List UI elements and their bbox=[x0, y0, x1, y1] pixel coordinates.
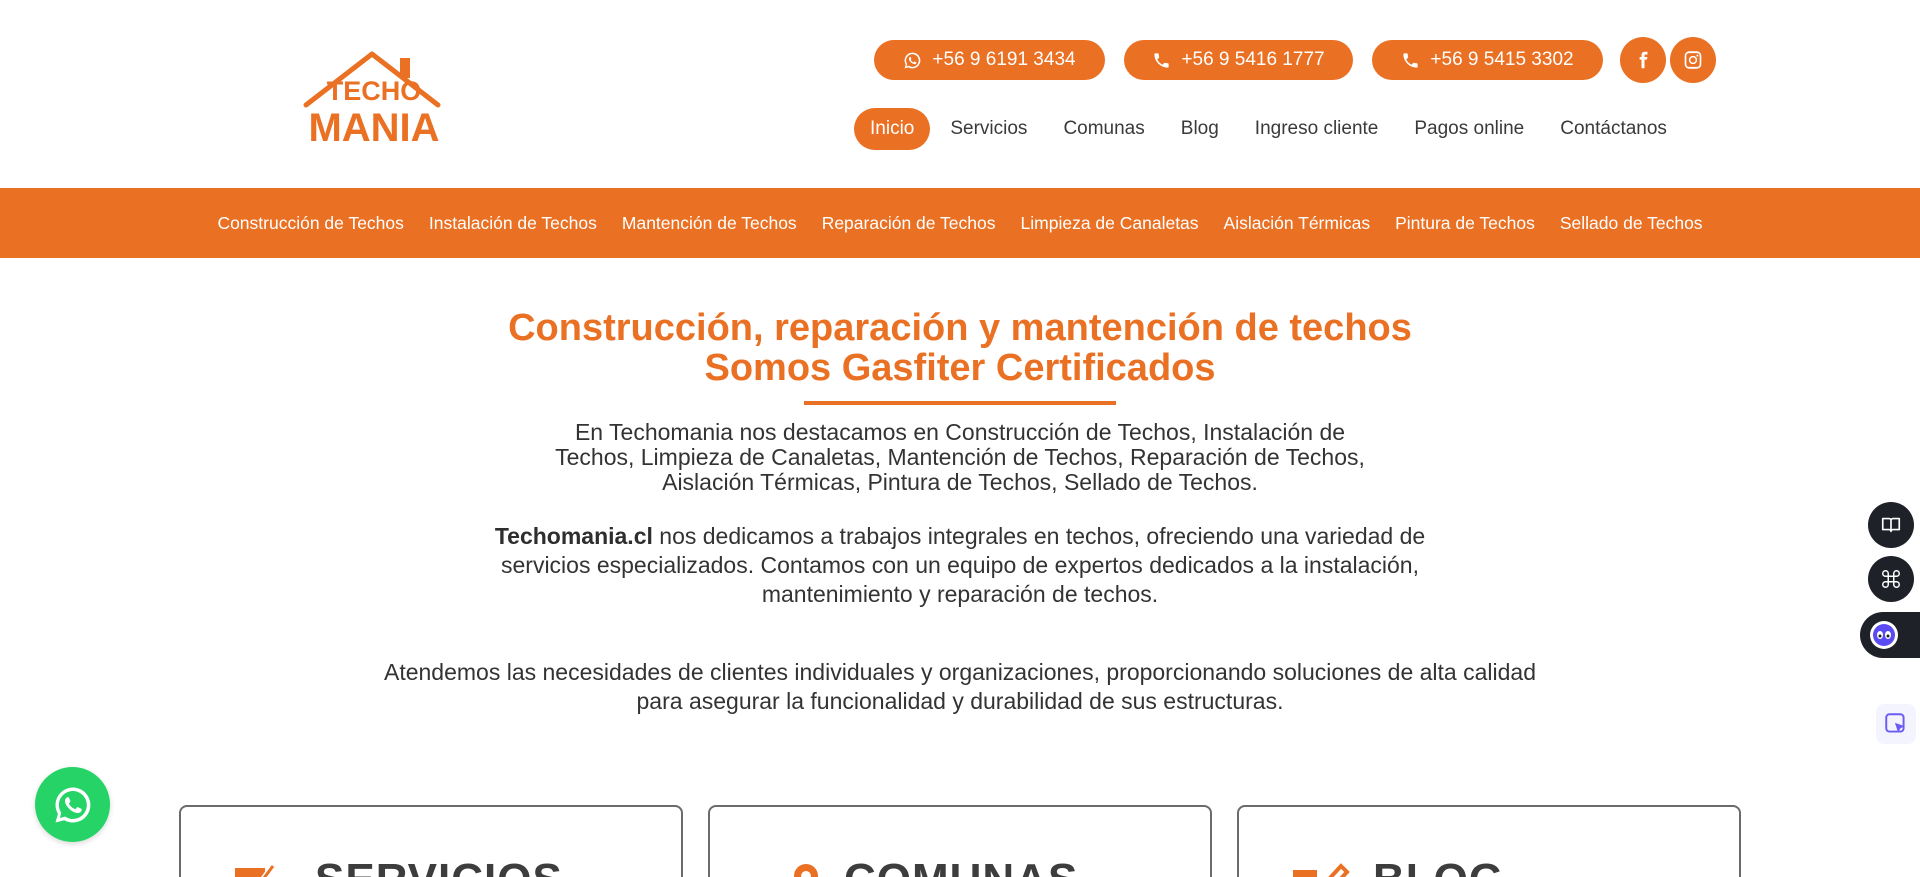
about-paragraph: Techomania.cl nos dedicamos a trabajos i… bbox=[0, 522, 1920, 609]
reader-tool-button[interactable] bbox=[1868, 502, 1914, 548]
intro-paragraph-text: En Techomania nos destacamos en Construc… bbox=[555, 419, 1365, 495]
nav-blog[interactable]: Blog bbox=[1165, 108, 1235, 150]
facebook-icon bbox=[1639, 51, 1648, 69]
nav-servicios[interactable]: Servicios bbox=[934, 108, 1043, 150]
card-servicios[interactable]: SERVICIOS bbox=[179, 805, 683, 877]
site-header: TECHO MANIA +56 9 6191 3434 +56 9 5416 1… bbox=[0, 0, 1920, 188]
facebook-button[interactable] bbox=[1620, 37, 1666, 83]
cursor-icon bbox=[1885, 713, 1905, 733]
whatsapp-icon bbox=[55, 787, 90, 822]
title-divider bbox=[804, 401, 1116, 405]
apps-tool-button[interactable] bbox=[1868, 556, 1914, 602]
nav-inicio[interactable]: Inicio bbox=[854, 108, 931, 150]
techomania-logo[interactable]: TECHO MANIA bbox=[300, 48, 450, 152]
service-bar: Construcción de Techos Instalación de Te… bbox=[0, 188, 1920, 258]
intro-paragraph: En Techomania nos destacamos en Construc… bbox=[0, 420, 1920, 495]
location-icon bbox=[794, 864, 818, 877]
service-link-mantencion[interactable]: Mantención de Techos bbox=[609, 213, 809, 234]
about-paragraph-text: Techomania.cl nos dedicamos a trabajos i… bbox=[450, 522, 1470, 609]
nav-pagos-online[interactable]: Pagos online bbox=[1398, 108, 1540, 150]
phone-icon bbox=[1154, 52, 1170, 68]
edit-icon bbox=[235, 864, 276, 877]
phone-list: +56 9 6191 3434 +56 9 5416 1777 +56 9 54… bbox=[874, 40, 1603, 80]
nav-comunas[interactable]: Comunas bbox=[1047, 108, 1160, 150]
card-title-blog: BLOG bbox=[1373, 855, 1504, 877]
phone-number-1: +56 9 6191 3434 bbox=[932, 49, 1076, 70]
assistant-button[interactable] bbox=[1860, 612, 1920, 658]
phone-number-2: +56 9 5416 1777 bbox=[1181, 49, 1325, 70]
card-title-comunas: COMUNAS bbox=[844, 855, 1078, 877]
main-navigation: Inicio Servicios Comunas Blog Ingreso cl… bbox=[854, 108, 1687, 150]
card-blog[interactable]: BLOG bbox=[1237, 805, 1741, 877]
book-icon bbox=[1881, 517, 1901, 533]
instagram-icon bbox=[1684, 51, 1702, 69]
whatsapp-icon bbox=[904, 52, 921, 68]
phone-button-2[interactable]: +56 9 5416 1777 bbox=[1124, 40, 1353, 80]
page-title: Construcción, reparación y mantención de… bbox=[0, 308, 1920, 388]
service-link-construccion[interactable]: Construcción de Techos bbox=[205, 213, 416, 234]
nav-contactanos[interactable]: Contáctanos bbox=[1544, 108, 1683, 150]
assistant-icon bbox=[1870, 621, 1898, 649]
clients-paragraph: Atendemos las necesidades de clientes in… bbox=[0, 658, 1920, 716]
service-link-aislacion[interactable]: Aislación Térmicas bbox=[1211, 213, 1383, 234]
phone-icon bbox=[1403, 52, 1419, 68]
service-link-reparacion[interactable]: Reparación de Techos bbox=[809, 213, 1008, 234]
service-link-sellado[interactable]: Sellado de Techos bbox=[1547, 213, 1715, 234]
brand-name: Techomania.cl bbox=[494, 523, 653, 549]
page-title-line1: Construcción, reparación y mantención de… bbox=[508, 307, 1412, 349]
card-comunas[interactable]: COMUNAS bbox=[708, 805, 1212, 877]
service-link-instalacion[interactable]: Instalación de Techos bbox=[416, 213, 609, 234]
phone-button-3[interactable]: +56 9 5415 3302 bbox=[1372, 40, 1603, 80]
instagram-button[interactable] bbox=[1670, 37, 1716, 83]
logo-line1: TECHO bbox=[327, 76, 422, 106]
service-link-pintura[interactable]: Pintura de Techos bbox=[1383, 213, 1548, 234]
clients-paragraph-text: Atendemos las necesidades de clientes in… bbox=[383, 659, 1536, 714]
cursor-tool-button[interactable] bbox=[1876, 704, 1916, 744]
logo-line2: MANIA bbox=[308, 106, 439, 150]
nav-ingreso-cliente[interactable]: Ingreso cliente bbox=[1239, 108, 1395, 150]
command-icon bbox=[1882, 570, 1900, 588]
whatsapp-floating-button[interactable] bbox=[35, 767, 110, 842]
card-title-servicios: SERVICIOS bbox=[315, 855, 563, 877]
service-link-limpieza[interactable]: Limpieza de Canaletas bbox=[1008, 213, 1211, 234]
page-title-line2: Somos Gasfiter Certificados bbox=[704, 347, 1216, 389]
phone-number-3: +56 9 5415 3302 bbox=[1430, 49, 1574, 70]
write-icon bbox=[1293, 863, 1350, 877]
whatsapp-phone-button[interactable]: +56 9 6191 3434 bbox=[874, 40, 1105, 80]
